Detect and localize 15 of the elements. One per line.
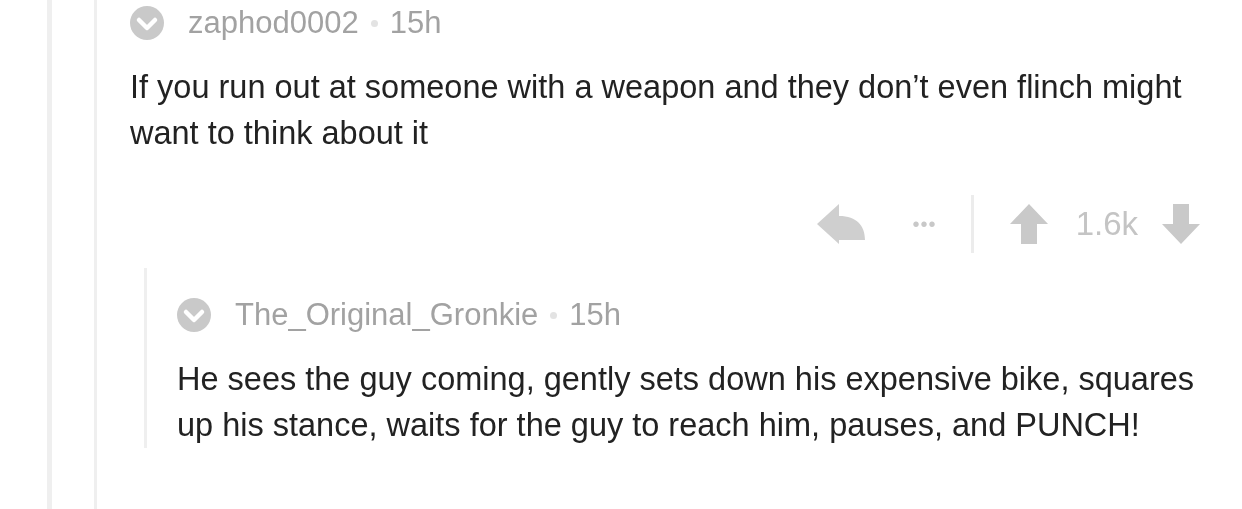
separator-dot-icon	[550, 311, 558, 319]
upvote-icon[interactable]	[1009, 204, 1048, 244]
comment-text: He sees the guy coming, gently sets down his expensive bike, squares up his stance, waits for the guy to reach him, pauses, and PUNCH!	[177, 360, 1196, 445]
check-badge-icon	[130, 6, 164, 40]
timestamp: 15h	[569, 297, 621, 333]
timestamp: 15h	[389, 5, 442, 41]
reply-arrow-icon[interactable]	[816, 202, 867, 246]
more-button[interactable]: •••	[912, 212, 937, 236]
vote-score: 1.6k	[1075, 205, 1138, 243]
username[interactable]: The_Original_Gronkie	[235, 297, 539, 333]
downvote-icon[interactable]	[1162, 204, 1200, 244]
username[interactable]: zaphod0002	[188, 5, 359, 41]
check-badge-icon	[177, 298, 211, 332]
separator-dot-icon	[370, 19, 378, 27]
comment-text: If you run out at someone with a weapon and they don’t even flinch might want to think about it	[130, 68, 1183, 153]
